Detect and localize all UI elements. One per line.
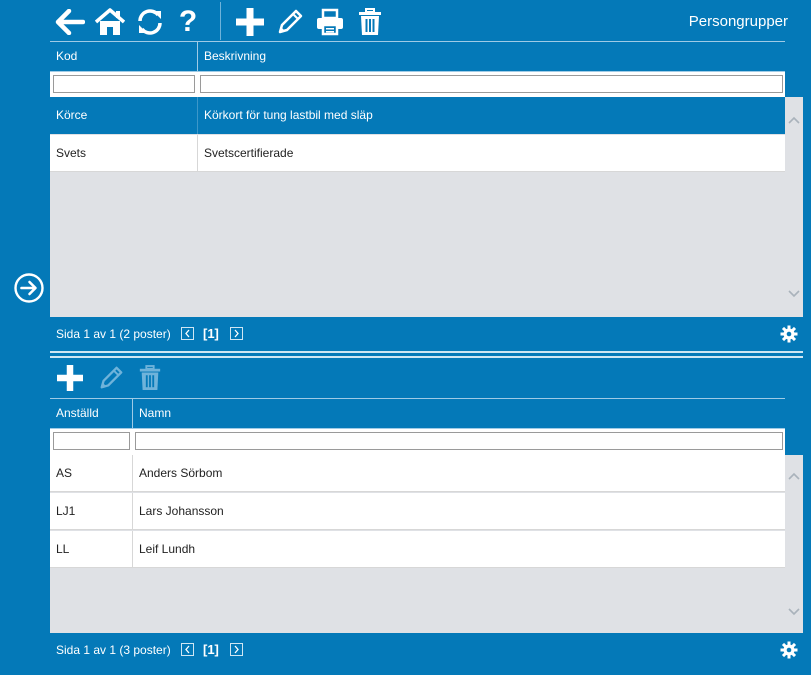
- cell-namn: Lars Johansson: [139, 504, 224, 518]
- home-button[interactable]: [94, 6, 126, 38]
- cell-anstalld: AS: [56, 466, 73, 480]
- section-divider: [50, 351, 803, 353]
- pager-summary: Sida 1 av 1 (2 poster): [56, 327, 171, 341]
- cell-anstalld: LJ1: [56, 504, 76, 518]
- pager-prev-button[interactable]: [181, 643, 194, 656]
- table-row[interactable]: LL Leif Lundh: [50, 531, 785, 568]
- members-grid-header: Anställd Namn: [50, 398, 785, 429]
- delete-member-button[interactable]: [135, 363, 165, 393]
- chevron-left-icon: [185, 329, 190, 338]
- table-row[interactable]: Körce Körkort för tung lastbil med släp: [50, 97, 785, 134]
- trash-icon: [139, 365, 161, 390]
- window-border-right: [803, 0, 811, 675]
- left-rail: [0, 0, 50, 675]
- add-member-button[interactable]: [55, 363, 85, 393]
- cell-anstalld: LL: [56, 542, 70, 556]
- plus-icon: [57, 365, 83, 391]
- members-filter-row: [50, 429, 785, 456]
- plus-icon: [236, 8, 264, 36]
- window-border-bottom: [0, 667, 811, 675]
- pencil-icon: [100, 366, 123, 389]
- pager-prev-button[interactable]: [181, 327, 194, 340]
- cell-kod: Svets: [56, 146, 87, 160]
- cell-kod: Körce: [56, 108, 88, 122]
- groups-scrollbar[interactable]: [785, 97, 803, 317]
- groups-pager: Sida 1 av 1 (2 poster) [1]: [50, 317, 803, 351]
- filter-input-namn[interactable]: [135, 432, 783, 450]
- pencil-icon: [278, 9, 303, 34]
- cell-beskrivning: Körkort för tung lastbil med släp: [204, 108, 373, 122]
- groups-grid-body: Körce Körkort för tung lastbil med släp …: [50, 97, 785, 317]
- cell-beskrivning: Svetscertifierade: [204, 146, 294, 160]
- header-scroll-corner: [785, 398, 803, 429]
- members-grid-body: AS Anders Sörbom LJ1 Lars Johansson LL L…: [50, 455, 785, 633]
- column-header-kod[interactable]: Kod: [50, 42, 197, 71]
- help-button[interactable]: ?: [172, 5, 204, 38]
- gear-icon[interactable]: [780, 325, 798, 343]
- home-icon: [95, 8, 125, 35]
- refresh-button[interactable]: [134, 6, 166, 38]
- edit-button[interactable]: [274, 6, 306, 38]
- add-button[interactable]: [234, 6, 266, 38]
- refresh-icon: [138, 9, 162, 35]
- back-button[interactable]: [54, 6, 86, 38]
- question-icon: ?: [178, 5, 198, 38]
- header-scroll-corner: [785, 41, 803, 72]
- chevron-right-icon: [234, 645, 239, 654]
- column-header-namn[interactable]: Namn: [133, 399, 785, 428]
- chevron-right-icon: [234, 329, 239, 338]
- column-header-beskrivning[interactable]: Beskrivning: [198, 42, 785, 71]
- column-header-anstalld[interactable]: Anställd: [50, 399, 132, 428]
- members-toolbar: [50, 358, 803, 396]
- table-row[interactable]: AS Anders Sörbom: [50, 455, 785, 492]
- gear-icon[interactable]: [780, 641, 798, 659]
- arrow-left-icon: [55, 9, 85, 35]
- delete-button[interactable]: [354, 6, 386, 38]
- filter-input-kod[interactable]: [53, 75, 195, 93]
- cell-namn: Anders Sörbom: [139, 466, 223, 480]
- edit-member-button[interactable]: [96, 363, 126, 393]
- chevron-left-icon: [185, 645, 190, 654]
- members-scrollbar[interactable]: [785, 455, 803, 633]
- chevron-up-icon[interactable]: [785, 113, 803, 127]
- pager-next-button[interactable]: [230, 327, 243, 340]
- main-toolbar: ? Persongrupper: [50, 0, 808, 42]
- groups-grid-header: Kod Beskrivning: [50, 41, 785, 72]
- printer-icon: [317, 8, 343, 36]
- cell-namn: Leif Lundh: [139, 542, 196, 556]
- filter-input-beskrivning[interactable]: [200, 75, 783, 93]
- chevron-down-icon[interactable]: [785, 287, 803, 301]
- chevron-down-icon[interactable]: [785, 605, 803, 619]
- toolbar-separator: [220, 2, 221, 40]
- pager-next-button[interactable]: [230, 643, 243, 656]
- arrow-circle-right-icon[interactable]: [13, 272, 45, 304]
- pager-current-page[interactable]: [1]: [203, 326, 219, 341]
- trash-icon: [359, 8, 381, 35]
- filter-input-anstalld[interactable]: [53, 432, 130, 450]
- members-pager: Sida 1 av 1 (3 poster) [1]: [50, 633, 803, 667]
- print-button[interactable]: [314, 6, 346, 38]
- window-title: Persongrupper: [688, 13, 788, 30]
- table-row[interactable]: Svets Svetscertifierade: [50, 135, 785, 172]
- groups-filter-row: [50, 72, 785, 99]
- table-row[interactable]: LJ1 Lars Johansson: [50, 493, 785, 530]
- chevron-up-icon[interactable]: [785, 469, 803, 483]
- pager-current-page[interactable]: [1]: [203, 642, 219, 657]
- pager-summary: Sida 1 av 1 (3 poster): [56, 643, 171, 657]
